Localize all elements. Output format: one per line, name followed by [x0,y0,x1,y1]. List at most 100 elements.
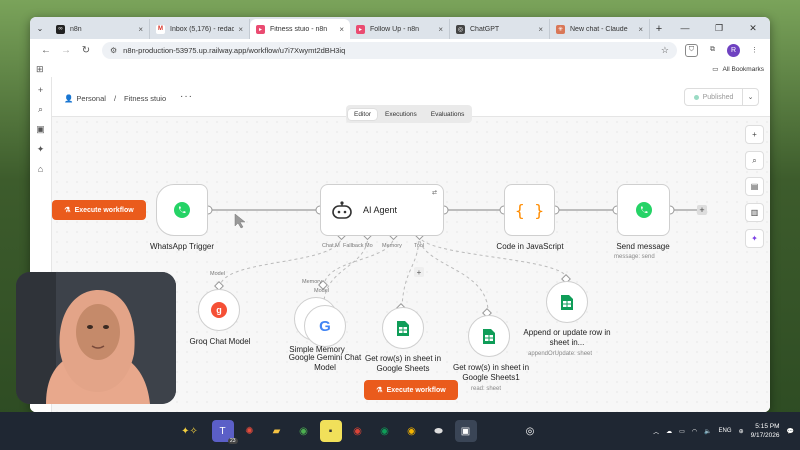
cloud-icon[interactable]: ☁ [666,428,672,435]
search-icon[interactable]: ⌕ [38,104,43,115]
forward-icon[interactable]: → [56,45,76,56]
tab-editor[interactable]: Editor [348,108,377,120]
browser-tab[interactable]: M Inbox (5,176) - redac × [150,19,250,39]
chrome-profile-icon[interactable]: ◉ [374,420,396,442]
append-update-node[interactable] [546,281,588,323]
browser-tab-active[interactable]: ▸ Fitness stuio - n8n × [250,19,350,39]
app-icon[interactable]: ▣ [454,420,477,442]
port-label-memory: Memory [382,243,402,249]
breadcrumb-owner[interactable]: Personal [76,94,106,103]
bookmark-star-icon[interactable]: ☆ [661,45,669,56]
execute-workflow-button[interactable]: ⚗ Execute workflow [52,200,146,220]
google-sheets-icon [483,328,495,344]
groq-chat-model-node[interactable]: g [198,289,240,331]
apps-grid-icon[interactable]: ⊞ [36,64,44,75]
sticky-note-icon[interactable]: ▤ [745,177,764,196]
sparkle-widget-icon[interactable]: ✦✧ [173,420,207,442]
display-icon[interactable]: ▭ [679,428,685,435]
site-info-icon[interactable]: ⚙ [110,46,117,55]
reload-icon[interactable]: ↻ [76,45,96,56]
chatgpt-icon[interactable]: ◎ [519,420,541,442]
browser-toolbar: ← → ↻ ⚙ n8n-production-53975.up.railway.… [30,39,770,61]
get-rows-1-node[interactable] [468,315,510,357]
braces-icon: { } [515,200,544,220]
globe-icon[interactable]: ⊕ [739,428,744,435]
all-bookmarks-button[interactable]: ▭ All Bookmarks [712,65,764,74]
language-label[interactable]: ENG [719,428,732,434]
browser-tab[interactable]: ◎ ChatGPT × [450,19,550,39]
new-tab-button[interactable]: + [650,19,668,39]
workflow-name[interactable]: Fitness stuio [124,94,166,103]
n8n-favicon-icon: ▸ [356,24,365,34]
close-window-icon[interactable]: ✕ [736,23,770,34]
more-options-icon[interactable]: ··· [180,91,193,102]
node-label: AI Agent [363,205,398,215]
app-icon[interactable]: ⬬ [428,420,450,442]
url-text: n8n-production-53975.up.railway.app/work… [123,45,346,55]
clock-date: 9/17/2026 [750,432,780,439]
node-label: Get row(s) in sheet in Google Sheets1 [452,363,530,382]
app-icon[interactable]: ✺ [239,420,261,442]
chrome-profile-icon[interactable]: ◉ [401,420,423,442]
browser-tab[interactable]: ∞ n8n × [50,19,150,39]
published-button[interactable]: Published ⌄ [684,88,759,106]
file-explorer-icon[interactable]: ▰ [266,420,288,442]
extensions-icon[interactable]: ⧉ [706,44,719,57]
gemini-chat-model-node[interactable]: G [304,305,346,347]
templates-icon[interactable]: ✦ [37,144,45,155]
back-icon[interactable]: ← [36,45,56,56]
execute-workflow-button[interactable]: ⚗ Execute workflow [364,380,458,400]
google-icon: G [319,317,331,335]
n8n-favicon-icon: ▸ [256,24,265,34]
groq-icon: g [211,302,227,318]
browser-tab[interactable]: ▸ Follow Up - n8n × [350,19,450,39]
clock[interactable]: 5:15 PM 9/17/2026 [751,422,780,440]
ai-agent-node[interactable]: AI Agent ⇄ [320,184,444,236]
wifi-icon[interactable]: ◠ [692,428,697,435]
tab-executions[interactable]: Executions [379,109,423,120]
maximize-icon[interactable]: ❐ [702,23,736,34]
whatsapp-icon [174,202,190,218]
volume-icon[interactable]: 🔈 [704,428,711,435]
add-node-icon[interactable]: + [745,125,764,144]
canvas-tools: + ⌕ ▤ ▥ ✦ [745,125,764,248]
shield-extension-icon[interactable]: ⛉ [685,43,698,57]
ai-sparkle-icon[interactable]: ✦ [745,229,764,248]
tab-title: Fitness stuio - n8n [270,25,328,33]
gmail-favicon-icon: M [156,24,165,34]
tab-evaluations[interactable]: Evaluations [425,109,471,120]
sidebar-toggle-icon[interactable]: ▣ [36,124,45,135]
chevron-up-icon[interactable]: ︿ [653,427,659,436]
profile-avatar[interactable]: R [727,43,740,57]
node-label: Groq Chat Model [189,337,251,346]
chevron-down-icon[interactable]: ⌄ [742,89,758,105]
close-icon[interactable]: × [438,25,443,34]
home-icon[interactable]: ⌂ [38,164,43,174]
chrome-profile-icon[interactable]: ◉ [347,420,369,442]
close-icon[interactable]: × [538,25,543,34]
tab-title: Inbox (5,176) - redac [170,25,235,33]
close-icon[interactable]: × [638,25,643,34]
close-icon[interactable]: × [238,25,243,34]
code-node[interactable]: { } [504,184,555,236]
close-icon[interactable]: × [339,25,344,34]
address-bar[interactable]: ⚙ n8n-production-53975.up.railway.app/wo… [102,41,677,59]
flask-icon: ⚗ [64,207,71,214]
get-rows-node[interactable] [382,307,424,349]
teams-icon[interactable]: T 23 [211,420,238,444]
tab-search-icon[interactable]: ⌄ [30,17,50,39]
close-icon[interactable]: × [138,25,143,34]
svg-text:+: + [417,268,422,277]
node-label: WhatsApp Trigger [149,242,215,251]
add-icon[interactable]: + [38,85,43,95]
notifications-icon[interactable]: 💬 [787,428,794,435]
send-message-node[interactable] [617,184,670,236]
sticky-notes-icon[interactable]: ▪ [319,420,342,442]
browser-tab[interactable]: ✳ New chat - Claude × [550,19,650,39]
search-icon[interactable]: ⌕ [745,151,764,170]
panel-icon[interactable]: ▥ [745,203,764,222]
whatsapp-trigger-node[interactable] [156,184,208,236]
menu-icon[interactable]: ⋮ [748,44,761,57]
chrome-icon[interactable]: ◉ [293,420,315,442]
minimize-icon[interactable]: — [668,23,702,33]
